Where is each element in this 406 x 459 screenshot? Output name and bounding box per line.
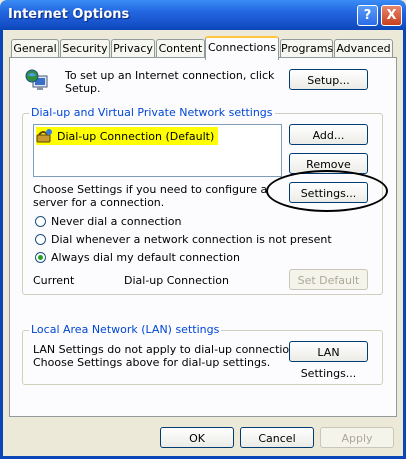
lan-text-line2: Choose Settings above for dial-up settin… (33, 356, 271, 369)
radio-never-dial-label[interactable]: Never dial a connection (51, 215, 181, 228)
lan-settings-button[interactable]: LAN Settings... (289, 341, 368, 380)
dialup-group-label: Dial-up and Virtual Private Network sett… (29, 106, 275, 119)
tab-content[interactable]: Content (156, 39, 205, 58)
add-button[interactable]: Add... (289, 124, 368, 145)
tab-connections[interactable]: Connections (205, 36, 279, 60)
settings-text-line2: server for a connection. (33, 196, 165, 209)
close-button[interactable]: X (381, 5, 402, 26)
dialup-connection-icon (36, 129, 52, 143)
setup-text-line2: Setup. (65, 82, 101, 95)
tab-advanced[interactable]: Advanced (334, 39, 393, 58)
settings-text-line1: Choose Settings if you need to configure… (33, 183, 270, 196)
radio-dial-whenever[interactable] (35, 234, 46, 245)
setup-button[interactable]: Setup... (289, 69, 368, 90)
radio-selected-dot (38, 255, 43, 260)
setup-text-line1: To set up an Internet connection, click (65, 69, 275, 82)
ok-button[interactable]: OK (160, 427, 234, 448)
lan-text-line1: LAN Settings do not apply to dial-up con… (33, 343, 306, 356)
connections-panel: To set up an Internet connection, click … (9, 57, 397, 417)
window-title: Internet Options (8, 7, 130, 22)
connection-list[interactable]: Dial-up Connection (Default) (33, 124, 282, 177)
network-globe-icon (25, 69, 48, 90)
tab-general[interactable]: General (11, 39, 59, 58)
annotation-ellipse (266, 170, 388, 212)
apply-button[interactable]: Apply (320, 427, 394, 448)
title-bar[interactable]: Internet Options ? X (0, 0, 406, 30)
window-border-left (0, 30, 3, 459)
help-button[interactable]: ? (357, 5, 378, 26)
tab-privacy[interactable]: Privacy (111, 39, 155, 58)
current-value: Dial-up Connection (124, 274, 229, 287)
lan-group-label: Local Area Network (LAN) settings (29, 323, 222, 336)
radio-always-dial[interactable] (35, 252, 46, 263)
radio-dial-whenever-label[interactable]: Dial whenever a network connection is no… (51, 233, 332, 246)
tab-programs[interactable]: Programs (280, 39, 333, 58)
internet-options-window: Internet Options ? X General Security Pr… (0, 0, 406, 459)
set-default-button[interactable]: Set Default (289, 269, 368, 290)
radio-never-dial[interactable] (35, 216, 46, 227)
cancel-button[interactable]: Cancel (240, 427, 314, 448)
current-label: Current (33, 274, 75, 287)
list-item-label: Dial-up Connection (Default) (57, 129, 215, 143)
radio-always-dial-label[interactable]: Always dial my default connection (51, 251, 240, 264)
tab-security[interactable]: Security (60, 39, 110, 58)
list-item[interactable]: Dial-up Connection (Default) (36, 127, 219, 145)
